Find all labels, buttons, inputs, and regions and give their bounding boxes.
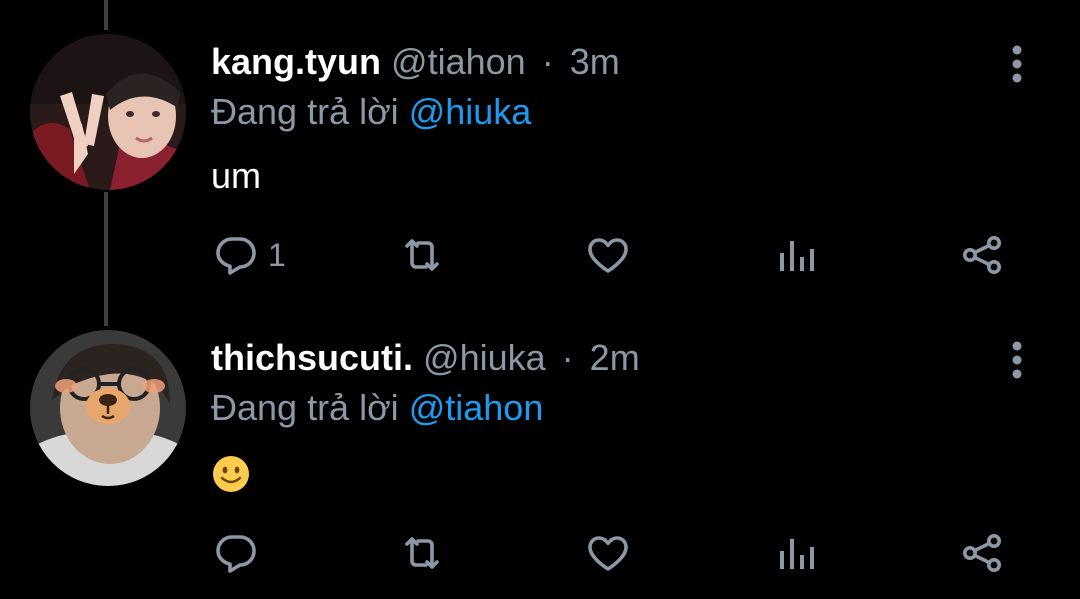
thread-connector — [104, 0, 108, 30]
tweet-actions — [0, 528, 1080, 578]
more-vertical-icon — [1012, 341, 1022, 379]
heart-icon — [588, 536, 628, 571]
handle[interactable]: @hiuka — [423, 337, 546, 378]
reply-thread: kang.tyun @tiahon · 3m Đang trả lời @hiu… — [0, 0, 1080, 599]
separator-dot: · — [561, 337, 574, 378]
tweet-card[interactable]: kang.tyun @tiahon · 3m Đang trả lời @hiu… — [0, 34, 1080, 294]
view-count-button[interactable] — [772, 230, 820, 280]
retweet-icon — [405, 239, 439, 271]
handle[interactable]: @tiahon — [391, 41, 526, 82]
heart-icon — [588, 238, 628, 273]
selfie-avatar-image — [30, 330, 186, 486]
reply-mention-link[interactable]: @hiuka — [409, 91, 532, 132]
share-icon — [963, 236, 1001, 274]
reply-count: 1 — [268, 236, 286, 273]
display-name[interactable]: thichsucuti. — [211, 337, 413, 378]
retweet-icon — [405, 537, 439, 569]
selfie-avatar-image — [30, 34, 186, 190]
replying-to: Đang trả lời @hiuka — [211, 90, 531, 134]
retweet-button[interactable] — [398, 230, 446, 280]
timestamp[interactable]: 2m — [590, 337, 640, 378]
reply-prefix: Đang trả lời — [211, 387, 399, 428]
more-options-button[interactable] — [1002, 42, 1032, 86]
retweet-button[interactable] — [398, 528, 446, 578]
reply-button[interactable] — [212, 528, 268, 578]
tweet-card[interactable]: thichsucuti. @hiuka · 2m Đang trả lời @t… — [0, 330, 1080, 599]
avatar[interactable] — [30, 330, 186, 486]
reply-prefix: Đang trả lời — [211, 91, 399, 132]
like-button[interactable] — [584, 230, 632, 280]
avatar[interactable] — [30, 34, 186, 190]
share-icon — [963, 534, 1001, 572]
like-button[interactable] — [584, 528, 632, 578]
slightly-smiling-face-icon — [213, 456, 249, 493]
reply-icon — [216, 535, 256, 573]
analytics-icon — [780, 241, 814, 271]
tweet-text — [211, 450, 251, 494]
reply-mention-link[interactable]: @tiahon — [409, 387, 544, 428]
reply-button[interactable]: 1 — [212, 230, 286, 280]
more-vertical-icon — [1012, 45, 1022, 83]
view-count-button[interactable] — [772, 528, 820, 578]
tweet-text: um — [211, 155, 262, 196]
timestamp[interactable]: 3m — [570, 41, 620, 82]
tweet-header: thichsucuti. @hiuka · 2m — [211, 336, 640, 380]
analytics-icon — [780, 539, 814, 569]
reply-icon — [216, 237, 256, 275]
share-button[interactable] — [958, 528, 1006, 578]
share-button[interactable] — [958, 230, 1006, 280]
more-options-button[interactable] — [1002, 338, 1032, 382]
replying-to: Đang trả lời @tiahon — [211, 386, 543, 430]
separator-dot: · — [541, 41, 554, 82]
tweet-header: kang.tyun @tiahon · 3m — [211, 40, 620, 84]
tweet-actions: 1 — [0, 230, 1080, 280]
display-name[interactable]: kang.tyun — [211, 41, 381, 82]
